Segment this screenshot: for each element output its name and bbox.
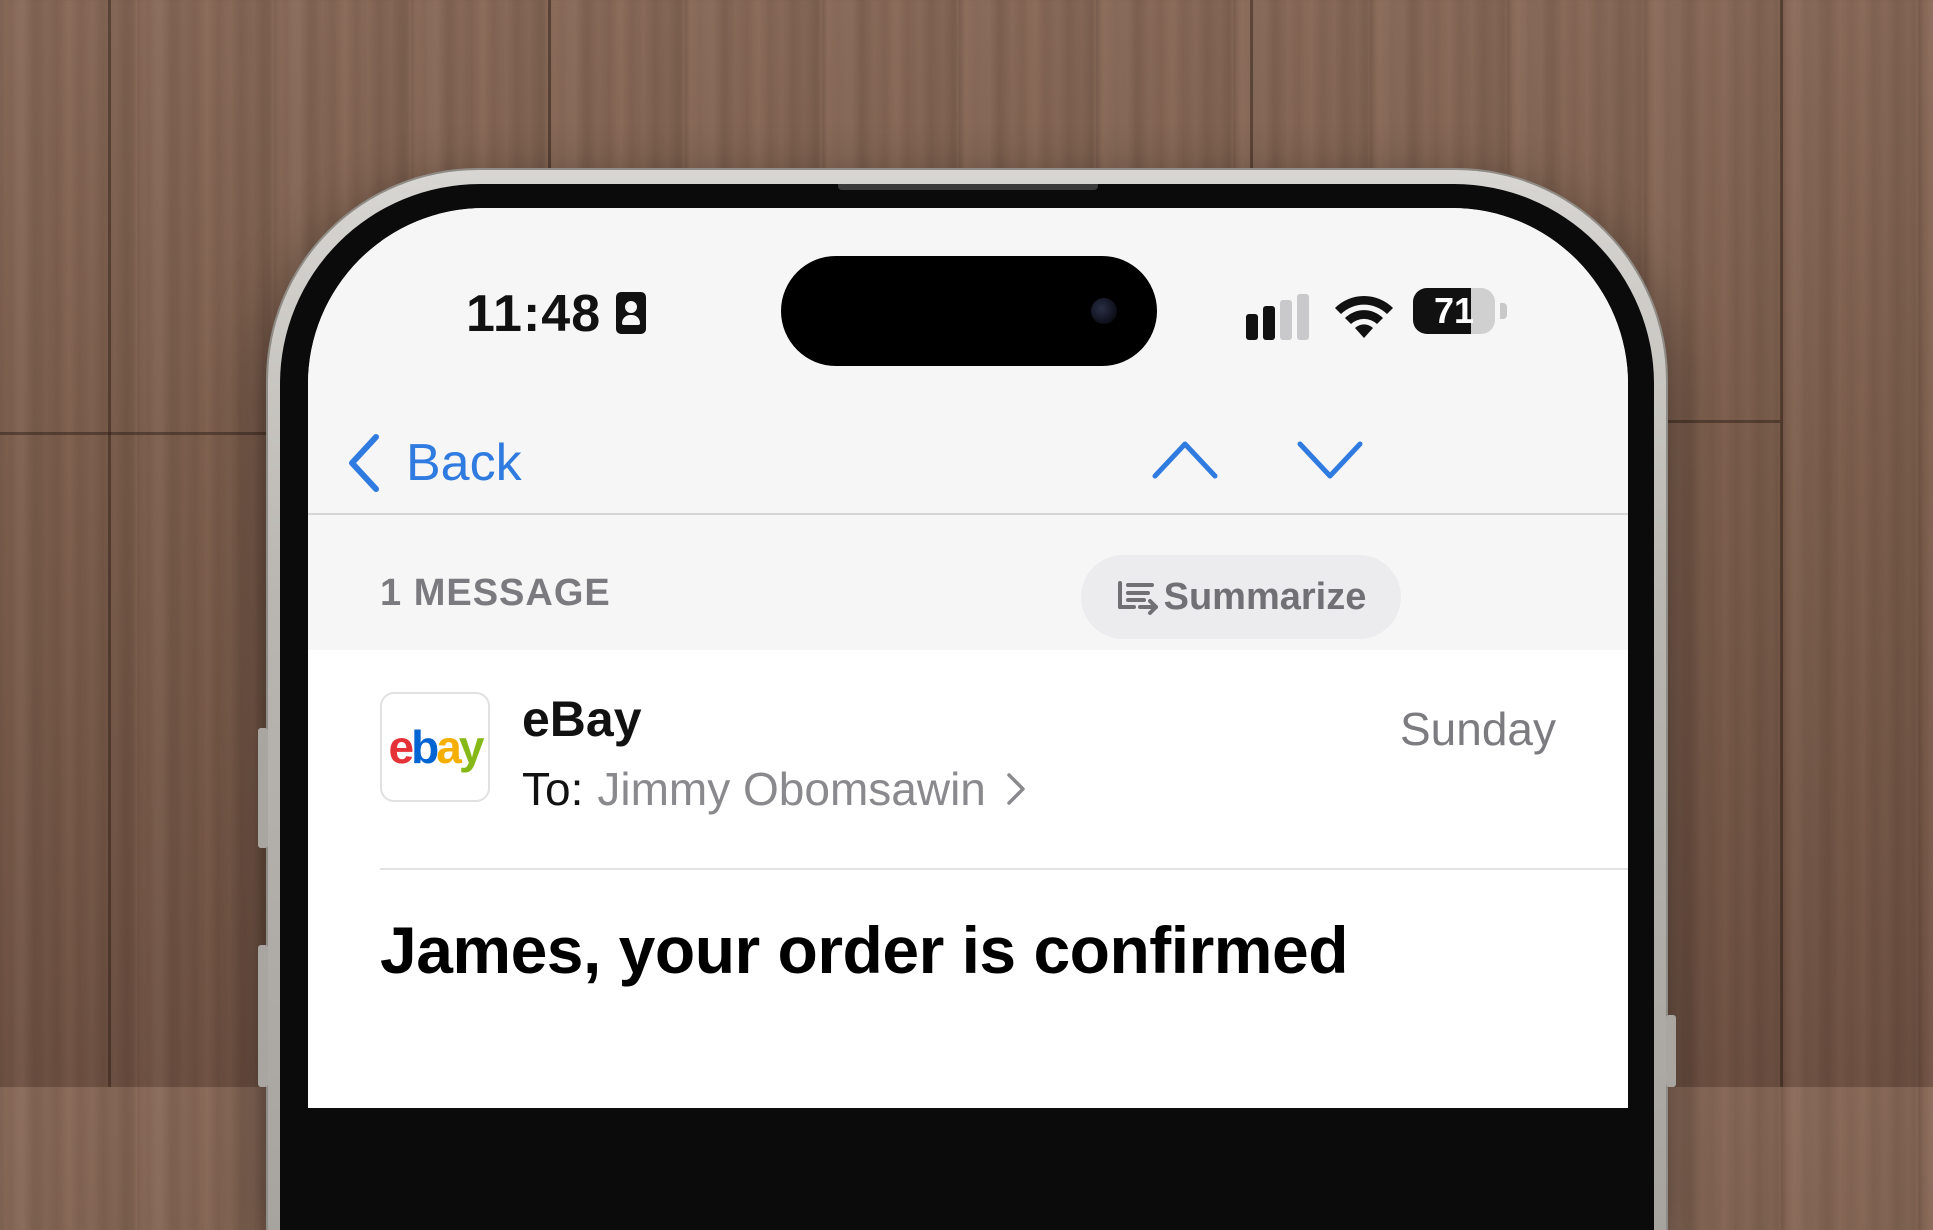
sender-avatar[interactable]: ebay bbox=[380, 692, 490, 802]
logo-letter: a bbox=[436, 721, 462, 773]
header-divider bbox=[380, 868, 1628, 870]
recipient-name[interactable]: Jimmy Obomsawin bbox=[597, 762, 986, 816]
summarize-lines-icon bbox=[1117, 581, 1158, 615]
speaker-grille bbox=[838, 184, 1098, 190]
status-and-nav-bar: 11:48 71 Back bbox=[308, 208, 1628, 515]
logo-letter: e bbox=[388, 721, 415, 773]
wood-seam bbox=[0, 432, 268, 435]
action-button bbox=[258, 728, 268, 848]
wifi-icon bbox=[1335, 295, 1393, 338]
chevron-right-icon[interactable] bbox=[1006, 772, 1026, 806]
back-label: Back bbox=[406, 434, 522, 492]
dynamic-island bbox=[781, 256, 1157, 366]
signal-bar bbox=[1263, 306, 1275, 340]
message-count: 1 MESSAGE bbox=[380, 572, 611, 614]
mail-navigation-bar: Back bbox=[308, 408, 1628, 514]
battery-percentage: 71 bbox=[1433, 290, 1475, 331]
wood-seam bbox=[108, 0, 111, 1087]
power-button bbox=[1666, 1015, 1676, 1087]
next-message-button[interactable] bbox=[1296, 438, 1364, 482]
sender-name[interactable]: eBay bbox=[522, 690, 642, 748]
status-time: 11:48 bbox=[466, 285, 602, 343]
summarize-label: Summarize bbox=[1163, 575, 1367, 618]
signal-bar bbox=[1297, 294, 1309, 340]
back-button[interactable]: Back bbox=[346, 428, 522, 498]
message-date: Sunday bbox=[1399, 703, 1556, 755]
message-subject: James, your order is confirmed bbox=[380, 913, 1349, 987]
phone-screen: 11:48 71 Back 1 MESSAGE Summarize ebay e… bbox=[308, 208, 1628, 1108]
wood-seam bbox=[1666, 420, 1780, 423]
ebay-logo: ebay bbox=[388, 721, 485, 773]
logo-letter: y bbox=[458, 721, 485, 773]
previous-message-button[interactable] bbox=[1151, 438, 1219, 482]
wood-seam bbox=[1780, 0, 1783, 1087]
recipient-row: To: Jimmy Obomsawin bbox=[522, 762, 1026, 816]
to-prefix: To: bbox=[522, 763, 584, 815]
thread-header: 1 MESSAGE Summarize bbox=[308, 515, 1628, 650]
logo-letter: b bbox=[411, 721, 439, 773]
signal-bar bbox=[1280, 300, 1292, 340]
battery-tip bbox=[1500, 303, 1507, 319]
cellular-signal-icon bbox=[1246, 294, 1316, 340]
signal-bar bbox=[1246, 314, 1258, 340]
summarize-button[interactable]: Summarize bbox=[1081, 555, 1401, 639]
contact-card-icon bbox=[616, 292, 646, 334]
front-camera-icon bbox=[1091, 298, 1117, 324]
volume-button bbox=[258, 945, 268, 1087]
wood-seam bbox=[1250, 0, 1253, 170]
battery-icon: 71 bbox=[1413, 288, 1495, 334]
message-card: ebay eBay Sunday To: Jimmy Obomsawin Jam… bbox=[308, 650, 1628, 1108]
chevron-left-icon bbox=[349, 434, 379, 492]
